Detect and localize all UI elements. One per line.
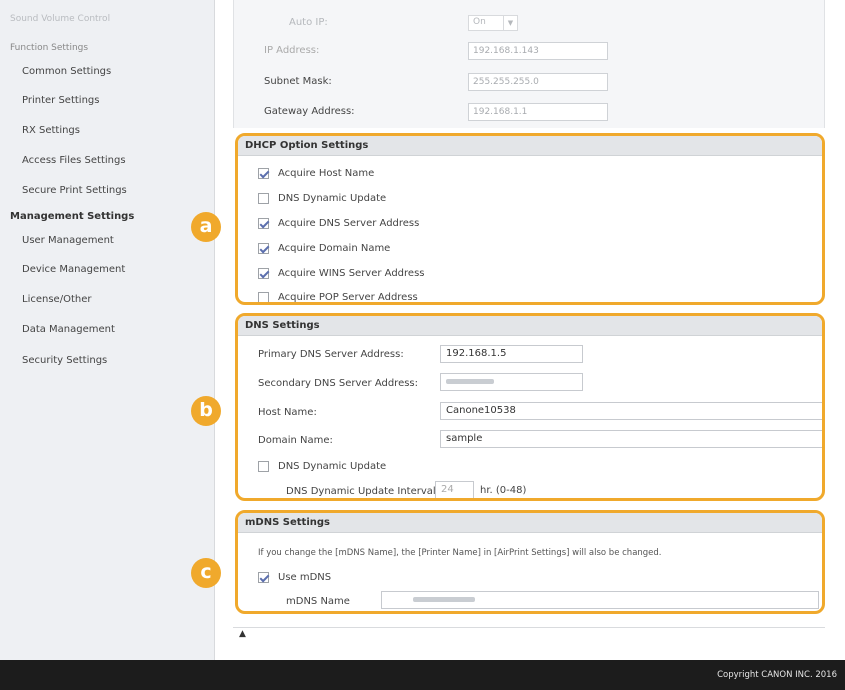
sidebar-item-common-settings[interactable]: Common Settings [22,66,111,77]
checkbox[interactable] [258,460,269,472]
copyright-text: Copyright CANON INC. 2016 [717,670,837,680]
callout-badge-c: c [191,558,221,588]
option-label: Use mDNS [278,571,332,583]
secondary-dns-label: Secondary DNS Server Address: [258,378,419,389]
mdns-section-title: mDNS Settings [238,513,822,533]
dhcp-option-dns-dynamic-update[interactable]: DNS Dynamic Update [258,190,386,206]
subnet-mask-field[interactable]: 255.255.255.0 [468,73,608,91]
sidebar-item-access-files-settings[interactable]: Access Files Settings [22,155,126,166]
host-name-field[interactable]: Canone10538 [440,402,822,420]
sidebar-header-function-settings: Function Settings [10,43,89,53]
scroll-to-top-icon[interactable]: ▲ [239,629,246,639]
primary-dns-label: Primary DNS Server Address: [258,349,404,360]
option-label: Acquire Domain Name [278,242,391,254]
dhcp-section-title: DHCP Option Settings [238,136,822,156]
checkbox[interactable] [258,267,269,279]
ip-settings-panel: Auto IP: On ▼ IP Address: 192.168.1.143 … [233,0,825,128]
dns-dynamic-update-option[interactable]: DNS Dynamic Update [258,458,386,474]
dhcp-option-acquire-domain-name[interactable]: Acquire Domain Name [258,240,390,256]
chevron-down-icon: ▼ [503,16,517,30]
option-label: DNS Dynamic Update [278,192,387,204]
dhcp-option-acquire-pop-server-address[interactable]: Acquire POP Server Address [258,289,418,303]
dhcp-option-acquire-wins-server-address[interactable]: Acquire WINS Server Address [258,265,425,281]
checkbox[interactable] [258,291,269,302]
sidebar-item-rx-settings[interactable]: RX Settings [22,125,80,136]
use-mdns-option[interactable]: Use mDNS [258,569,331,585]
secondary-dns-field[interactable] [440,373,583,391]
callout-badge-a: a [191,212,221,242]
mdns-settings-section: mDNS Settings If you change the [mDNS Na… [235,510,825,614]
host-name-label: Host Name: [258,407,317,418]
dns-section-title: DNS Settings [238,316,822,336]
option-label: Acquire DNS Server Address [278,217,420,229]
dhcp-option-settings-section: DHCP Option Settings Acquire Host Name D… [235,133,825,305]
auto-ip-label: Auto IP: [289,17,328,28]
subnet-mask-label: Subnet Mask: [264,76,332,87]
primary-dns-field[interactable]: 192.168.1.5 [440,345,583,363]
sidebar-item-secure-print-settings[interactable]: Secure Print Settings [22,185,127,196]
option-label: Acquire WINS Server Address [278,267,425,279]
mdns-name-field[interactable] [381,591,819,609]
sidebar-item-user-management[interactable]: User Management [22,235,114,246]
footer: Copyright CANON INC. 2016 [0,660,845,690]
main-content: Auto IP: On ▼ IP Address: 192.168.1.143 … [191,0,845,660]
gateway-address-label: Gateway Address: [264,106,355,117]
checkbox[interactable] [258,217,269,229]
sidebar-item-device-management[interactable]: Device Management [22,264,125,275]
auto-ip-value: On [473,17,486,27]
domain-name-field[interactable]: sample [440,430,822,448]
sidebar-item-license-other[interactable]: License/Other [22,294,91,305]
gateway-address-field[interactable]: 192.168.1.1 [468,103,608,121]
ip-address-label: IP Address: [264,45,320,56]
dns-interval-field[interactable]: 24 [435,481,474,498]
checkbox[interactable] [258,571,269,583]
auto-ip-select[interactable]: On ▼ [468,15,518,31]
checkbox[interactable] [258,192,269,204]
option-label: DNS Dynamic Update [278,460,387,472]
dhcp-option-acquire-host-name[interactable]: Acquire Host Name [258,165,374,181]
mdns-note: If you change the [mDNS Name], the [Prin… [258,548,662,558]
dns-interval-unit: hr. (0-48) [480,485,527,496]
callout-badge-b: b [191,396,221,426]
sidebar: Sound Volume Control Function Settings C… [0,0,215,660]
dns-interval-label: DNS Dynamic Update Interval: [286,486,440,497]
sidebar-item-sound-volume-control[interactable]: Sound Volume Control [10,14,110,24]
checkbox[interactable] [258,242,269,254]
sidebar-header-management-settings: Management Settings [10,211,135,222]
option-label: Acquire Host Name [278,167,375,179]
dns-settings-section: DNS Settings Primary DNS Server Address:… [235,313,825,501]
checkbox[interactable] [258,167,269,179]
sidebar-item-printer-settings[interactable]: Printer Settings [22,95,99,106]
sidebar-item-data-management[interactable]: Data Management [22,324,115,335]
dhcp-option-acquire-dns-server-address[interactable]: Acquire DNS Server Address [258,215,419,231]
domain-name-label: Domain Name: [258,435,333,446]
mdns-name-label: mDNS Name [286,596,350,607]
ip-address-field[interactable]: 192.168.1.143 [468,42,608,60]
sidebar-item-security-settings[interactable]: Security Settings [22,355,107,366]
option-label: Acquire POP Server Address [278,291,418,303]
divider [233,627,825,628]
